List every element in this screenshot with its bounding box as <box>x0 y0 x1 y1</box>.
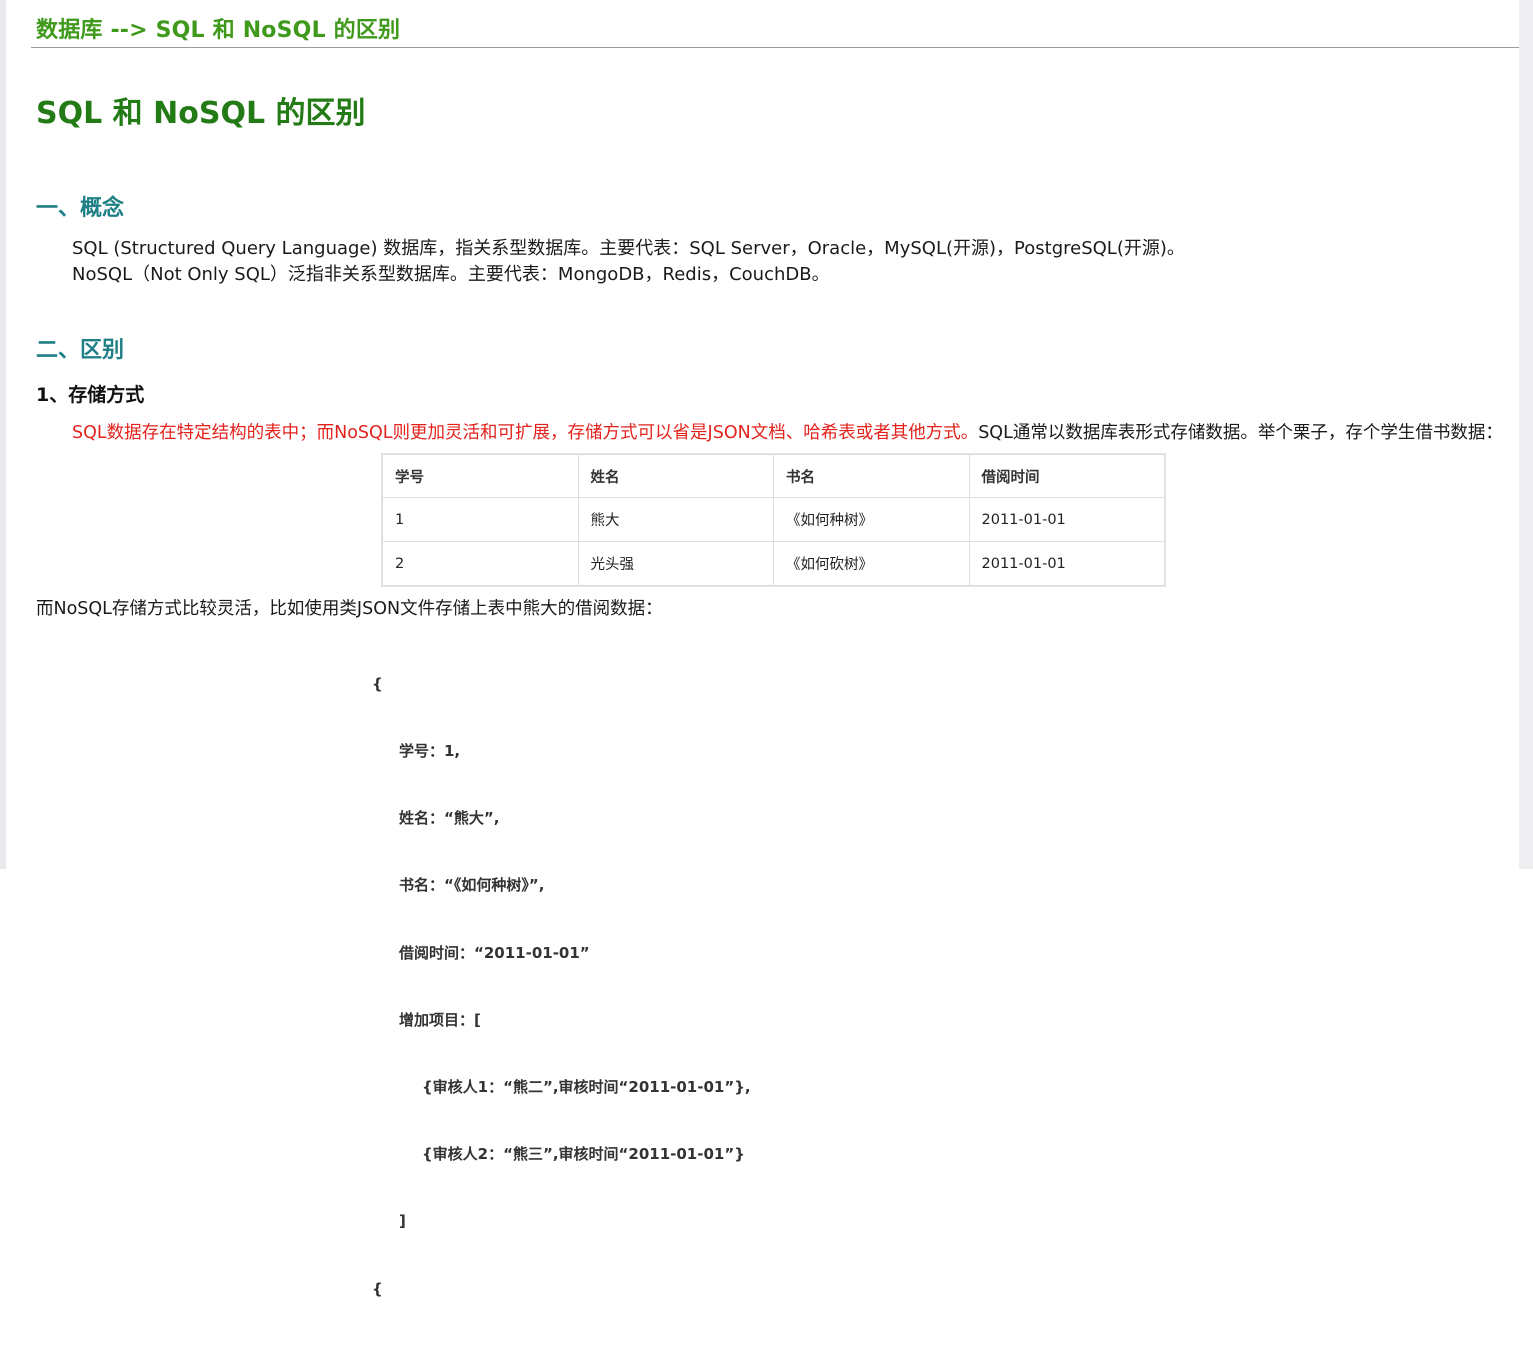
code-line: 书名：“《如何种树》”, <box>399 876 545 895</box>
table-cell: 2 <box>382 541 579 586</box>
code-line: { <box>372 674 383 693</box>
table-cell: 2011-01-01 <box>968 497 1165 542</box>
table-row: 2 光头强 《如何砍树》 2011-01-01 <box>382 541 1165 586</box>
header-divider <box>31 47 1519 48</box>
table-header-cell: 书名 <box>773 454 970 498</box>
table-row: 1 熊大 《如何种树》 2011-01-01 <box>382 497 1165 542</box>
code-line: { <box>372 1279 383 1298</box>
code-line: 增加项目：[ <box>399 1010 481 1029</box>
paragraph-sql-definition: SQL (Structured Query Language) 数据库，指关系型… <box>72 238 1185 259</box>
table-cell: 熊大 <box>577 497 774 542</box>
table-header-cell: 借阅时间 <box>968 454 1165 498</box>
highlighted-text: SQL数据存在特定结构的表中；而NoSQL则更加灵活和可扩展，存储方式可以省是J… <box>72 423 979 443</box>
normal-text: SQL通常以数据库表形式存储数据。举个栗子，存个学生借书数据： <box>978 423 1503 443</box>
blog-header-title[interactable]: 数据库 --> SQL 和 NoSQL 的区别 <box>36 12 400 44</box>
table-header-cell: 学号 <box>382 454 579 498</box>
page-frame: 数据库 --> SQL 和 NoSQL 的区别 SQL 和 NoSQL 的区别 … <box>0 0 1533 1298</box>
json-example-block: { 学号：1, 姓名：“熊大”, 书名：“《如何种树》”, 借阅时间：“2011… <box>372 628 751 1345</box>
paragraph-nosql-example: 而NoSQL存储方式比较灵活，比如使用类JSON文件存储上表中熊大的借阅数据： <box>36 599 663 619</box>
code-line: ] <box>399 1212 406 1231</box>
table-cell: 光头强 <box>577 541 774 586</box>
section-heading-concept: 一、概念 <box>36 196 125 221</box>
code-line: 姓名：“熊大”, <box>399 809 500 828</box>
article-title: SQL 和 NoSQL 的区别 <box>36 96 366 131</box>
student-borrow-table: 学号 姓名 书名 借阅时间 1 熊大 《如何种树》 2011-01-01 2 光… <box>382 454 1165 586</box>
code-line: 借阅时间：“2011-01-01” <box>399 943 590 962</box>
section-heading-difference: 二、区别 <box>36 338 125 363</box>
table-cell: 2011-01-01 <box>968 541 1165 586</box>
table-cell: 1 <box>382 497 579 542</box>
paragraph-storage-intro: SQL数据存在特定结构的表中；而NoSQL则更加灵活和可扩展，存储方式可以省是J… <box>72 420 1503 446</box>
table-cell: 《如何种树》 <box>773 497 970 542</box>
table-cell: 《如何砍树》 <box>773 541 970 586</box>
code-line: {审核人1：“熊二”,审核时间“2011-01-01”}, <box>422 1078 751 1097</box>
table-header-row: 学号 姓名 书名 借阅时间 <box>382 454 1165 498</box>
code-line: 学号：1, <box>399 742 461 761</box>
table-header-cell: 姓名 <box>577 454 774 498</box>
code-line: {审核人2：“熊三”,审核时间“2011-01-01”} <box>422 1145 745 1164</box>
subheading-storage: 1、存储方式 <box>36 384 145 406</box>
paragraph-nosql-definition: NoSQL（Not Only SQL）泛指非关系型数据库。主要代表：MongoD… <box>72 264 830 285</box>
